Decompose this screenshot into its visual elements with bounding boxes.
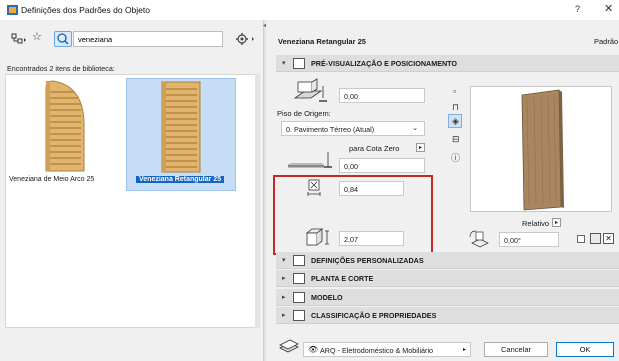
- half-arch-shutter-thumbnail: [45, 80, 85, 172]
- section-model[interactable]: ▸ MODELO: [276, 289, 619, 306]
- reference-label: para Cota Zero: [349, 144, 400, 153]
- cancel-button[interactable]: Cancelar: [484, 342, 548, 357]
- section-plan-section[interactable]: ▸ PLANTA E CORTE: [276, 270, 619, 287]
- library-item-label: Veneziana de Meio Arco 25: [9, 176, 95, 183]
- section-classification[interactable]: ▸ CLASSIFICAÇÃO E PROPRIEDADES: [276, 307, 619, 324]
- section-preview-positioning[interactable]: ▾ PRÉ-VISUALIZAÇÃO E POSICIONAMENTO: [276, 55, 619, 72]
- collapsed-arrow-icon: ▸: [282, 294, 286, 301]
- section-label: DEFINIÇÕES PERSONALIZADAS: [311, 256, 424, 265]
- flip-icon[interactable]: ✕: [603, 233, 614, 244]
- collapse-arrow-icon[interactable]: ◂: [263, 22, 266, 29]
- reference-popup-button[interactable]: ▸: [416, 143, 425, 152]
- mirror-icon[interactable]: [590, 233, 601, 244]
- reference-level-icon: [288, 152, 332, 168]
- layer-stack-icon: [279, 339, 299, 353]
- plan-section-icon: [293, 273, 305, 284]
- library-item-label: Veneziana Retangular 25: [136, 176, 225, 183]
- section-custom-settings[interactable]: ▾ DEFINIÇÕES PERSONALIZADAS: [276, 252, 619, 269]
- ok-button[interactable]: OK: [556, 342, 614, 357]
- model-icon: [293, 292, 305, 303]
- 3d-preview[interactable]: [470, 86, 612, 212]
- origin-floor-dropdown[interactable]: 0. Pavimento Térreo (Atual) ⌄: [281, 121, 425, 136]
- search-icon: [57, 33, 69, 45]
- help-button[interactable]: ?: [575, 4, 580, 14]
- settings-gear-icon[interactable]: [235, 32, 257, 46]
- section-view-icon[interactable]: ⊓: [452, 102, 459, 113]
- close-button[interactable]: ✕: [604, 2, 613, 15]
- title-bar: Definições dos Padrões do Objeto ? ✕: [0, 0, 619, 20]
- angle-field[interactable]: 0,00°: [499, 232, 559, 247]
- library-item-meio-arco[interactable]: Veneziana de Meio Arco 25: [7, 78, 123, 191]
- highlight-rectangle: [273, 175, 433, 255]
- dropdown-arrow-icon: ▸: [462, 347, 466, 353]
- results-scrollbar[interactable]: [255, 74, 260, 328]
- padrao-label: Padrão: [594, 37, 619, 46]
- elevation-icon: [293, 78, 327, 102]
- expand-arrow-icon: ▾: [282, 60, 286, 67]
- eye-icon: 👁: [308, 345, 319, 354]
- section-label: MODELO: [311, 293, 343, 302]
- rotation-icon: [469, 230, 489, 248]
- info-icon[interactable]: ⓘ: [451, 151, 460, 164]
- search-toggle-button[interactable]: [54, 31, 72, 47]
- search-input[interactable]: [73, 31, 223, 47]
- 3d-view-icon: ◈: [452, 116, 459, 126]
- classification-icon: [293, 310, 305, 321]
- custom-settings-icon: [293, 255, 305, 266]
- origin-floor-value: 0. Pavimento Térreo (Atual): [286, 125, 375, 134]
- expand-arrow-icon: ▾: [282, 257, 286, 264]
- mirror-checkbox[interactable]: [577, 235, 585, 243]
- relativo-label: Relativo: [522, 219, 550, 228]
- library-item-retangular[interactable]: Veneziana Retangular 25: [126, 78, 236, 191]
- plan-view-icon[interactable]: ▫: [453, 86, 456, 96]
- layer-dropdown[interactable]: 👁 ARQ - Eletrodoméstico & Mobiliário ▸: [303, 342, 471, 357]
- preview-section-icon: [293, 58, 305, 69]
- app-icon: [7, 5, 18, 15]
- collapsed-arrow-icon: ▸: [282, 275, 286, 282]
- origin-floor-label: Piso de Origem:: [277, 109, 331, 118]
- panel-splitter[interactable]: [263, 20, 266, 361]
- section-label: PLANTA E CORTE: [311, 274, 374, 283]
- relativo-popup-button[interactable]: ▸: [552, 218, 561, 227]
- found-items-text: Encontrados 2 itens de biblioteca:: [7, 64, 115, 73]
- section-label: PRÉ-VISUALIZAÇÃO E POSICIONAMENTO: [311, 59, 458, 68]
- object-name: Veneziana Retangular 25: [278, 37, 366, 46]
- library-tree-icon[interactable]: [11, 33, 27, 45]
- 3d-view-button[interactable]: ◈: [448, 114, 462, 128]
- section-label: CLASSIFICAÇÃO E PROPRIEDADES: [311, 311, 437, 320]
- reference-field[interactable]: 0,00: [339, 158, 425, 173]
- elevation-field[interactable]: 0,00: [339, 88, 425, 103]
- window-title: Definições dos Padrões do Objeto: [21, 5, 150, 15]
- layer-value: ARQ - Eletrodoméstico & Mobiliário: [320, 346, 434, 355]
- favorites-star-icon[interactable]: ☆: [32, 30, 42, 43]
- chevron-down-icon: ⌄: [412, 125, 418, 132]
- collapsed-arrow-icon: ▸: [282, 312, 286, 319]
- rectangular-shutter-thumbnail: [161, 81, 201, 173]
- elevation-view-icon[interactable]: ⊟: [452, 134, 460, 145]
- shutter-3d-preview: [521, 89, 564, 211]
